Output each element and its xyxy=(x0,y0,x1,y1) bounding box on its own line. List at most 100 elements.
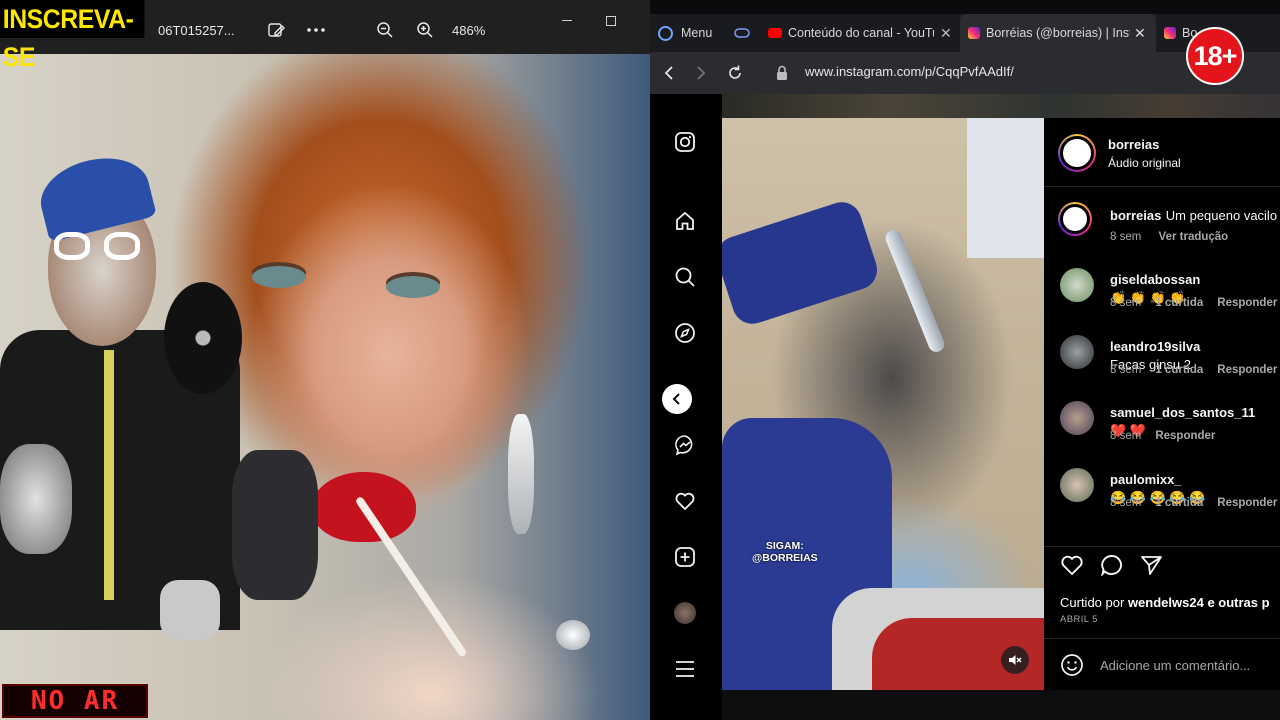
comment-avatar[interactable] xyxy=(1060,268,1094,302)
zoom-level: 486% xyxy=(452,23,486,38)
caption-username[interactable]: borreias xyxy=(1110,208,1161,223)
comment-meta: 8 sem 1 curtida Responder xyxy=(1110,364,1277,376)
reply-link[interactable]: Responder xyxy=(1217,497,1277,509)
comment-username[interactable]: giseldabossan xyxy=(1110,272,1200,287)
tab-instagram-label: Borréias (@borreias) | Insta xyxy=(986,26,1130,40)
explore-icon[interactable] xyxy=(671,319,699,347)
foil-elbow-right xyxy=(232,450,318,600)
comment-meta: 8 sem 1 curtida Responder xyxy=(1110,297,1277,309)
background-thumbnails xyxy=(722,94,1280,118)
speaker-muted-icon xyxy=(1009,655,1022,665)
author-username[interactable]: borreias xyxy=(1108,137,1159,152)
comment-likes[interactable]: 1 curtida xyxy=(1155,364,1203,376)
chevron-left-icon xyxy=(672,393,680,405)
foil-knee xyxy=(160,580,220,640)
caption-text: Um pequeno vacilo xyxy=(1165,208,1278,223)
browser-menu-button[interactable]: Menu xyxy=(658,14,724,52)
translate-link[interactable]: Ver tradução xyxy=(1159,231,1229,243)
emoji-icon[interactable] xyxy=(1060,653,1084,677)
edit-image-icon[interactable] xyxy=(262,16,290,44)
hamburger-menu-icon[interactable] xyxy=(671,655,699,683)
close-tab-icon[interactable]: ✕ xyxy=(1134,25,1146,42)
reload-icon[interactable] xyxy=(726,64,744,82)
instagram-logo-icon[interactable] xyxy=(671,128,699,156)
comment-username[interactable]: leandro19silva xyxy=(1110,339,1200,354)
divider xyxy=(1044,186,1280,187)
menu-label: Menu xyxy=(681,26,713,40)
caption-avatar[interactable] xyxy=(1058,202,1092,236)
messenger-icon[interactable] xyxy=(671,431,699,459)
tab-youtube[interactable]: Conteúdo do canal - YouTu ✕ xyxy=(768,14,956,52)
video-arm xyxy=(722,197,883,329)
foil-elbow-left xyxy=(0,444,72,554)
reel-video[interactable]: SIGAM: @BORREIAS xyxy=(722,118,1044,690)
back-icon[interactable] xyxy=(662,65,676,81)
post-side-panel: borreias Áudio original borreias Um pequ… xyxy=(1044,118,1280,690)
close-tab-icon[interactable]: ✕ xyxy=(940,25,952,42)
comment-likes[interactable]: 1 curtida xyxy=(1155,497,1203,509)
comment-likes[interactable]: 1 curtida xyxy=(1155,297,1203,309)
comment-input[interactable]: Adicione um comentário... xyxy=(1100,658,1250,673)
create-post-icon[interactable] xyxy=(671,543,699,571)
goggle-left xyxy=(54,232,90,260)
lock-icon xyxy=(777,65,787,80)
viewer-filename: 06T015257... xyxy=(158,23,235,38)
caption-age: 8 sem xyxy=(1110,231,1142,243)
liked-by-user[interactable]: wendelws24 xyxy=(1128,595,1204,610)
subscribe-banner: INSCREVA-SE xyxy=(0,0,145,72)
gamepad-icon[interactable] xyxy=(734,14,754,52)
comment-age: 8 sem xyxy=(1110,364,1142,376)
search-icon[interactable] xyxy=(671,263,699,291)
comment-avatar[interactable] xyxy=(1060,401,1094,435)
comment-bubble-icon[interactable] xyxy=(1100,554,1124,576)
youtube-icon xyxy=(768,28,782,38)
reply-link[interactable]: Responder xyxy=(1217,364,1277,376)
comment-username[interactable]: paulomixx_ xyxy=(1110,472,1182,487)
profile-avatar-icon[interactable] xyxy=(674,602,696,624)
comment-meta: 8 sem Responder xyxy=(1110,430,1215,442)
zoom-in-icon[interactable] xyxy=(411,16,439,44)
more-options-icon[interactable] xyxy=(302,16,330,44)
instagram-favicon-icon xyxy=(968,27,980,39)
maximize-icon[interactable] xyxy=(606,16,616,26)
reply-link[interactable]: Responder xyxy=(1217,297,1277,309)
audio-label[interactable]: Áudio original xyxy=(1108,156,1181,170)
comment-age: 8 sem xyxy=(1110,497,1142,509)
caption: borreias Um pequeno vacilo xyxy=(1110,207,1277,225)
like-heart-icon[interactable] xyxy=(1060,554,1084,576)
comment-avatar[interactable] xyxy=(1060,468,1094,502)
home-icon[interactable] xyxy=(671,207,699,235)
photo-viewer-window: 06T015257... 486% INSCREVA-SE NO AR xyxy=(0,0,650,720)
comment-age: 8 sem xyxy=(1110,430,1142,442)
eye-left xyxy=(252,266,306,288)
previous-post-button[interactable] xyxy=(662,384,692,414)
reply-link[interactable]: Responder xyxy=(1155,430,1215,442)
streamer-lanyard xyxy=(104,350,114,600)
zoom-out-icon[interactable] xyxy=(371,16,399,44)
age-rating-badge: 18+ xyxy=(1186,27,1244,85)
share-send-icon[interactable] xyxy=(1140,554,1164,576)
caption-meta: 8 sem Ver tradução xyxy=(1110,231,1228,243)
forward-icon[interactable] xyxy=(694,65,708,81)
heart-nav-icon[interactable] xyxy=(671,487,699,515)
liked-by: Curtido por wendelws24 e outras p xyxy=(1060,595,1270,610)
comment-avatar[interactable] xyxy=(1060,335,1094,369)
ring xyxy=(556,620,590,650)
background-strip xyxy=(722,690,1280,720)
watermark-line2: @BORREIAS xyxy=(752,552,818,564)
author-avatar[interactable] xyxy=(1058,134,1096,172)
eye-right xyxy=(386,276,440,298)
minimize-icon[interactable] xyxy=(562,20,572,21)
url-text[interactable]: www.instagram.com/p/CqqPvfAAdIf/ xyxy=(805,64,1014,79)
opera-logo-icon xyxy=(658,25,673,41)
video-knife xyxy=(883,227,947,355)
liked-by-suffix[interactable]: e outras p xyxy=(1207,595,1269,610)
post-date: ABRIL 5 xyxy=(1060,614,1098,625)
live-sign: NO AR xyxy=(2,684,148,718)
tab-instagram-active[interactable]: Borréias (@borreias) | Insta ✕ xyxy=(960,14,1156,52)
liked-by-prefix: Curtido por xyxy=(1060,595,1125,610)
mute-button[interactable] xyxy=(1001,646,1029,674)
comment-username[interactable]: samuel_dos_santos_11 xyxy=(1110,405,1255,420)
watermark-line1: SIGAM: xyxy=(765,540,804,552)
tab-youtube-label: Conteúdo do canal - YouTu xyxy=(788,26,934,40)
